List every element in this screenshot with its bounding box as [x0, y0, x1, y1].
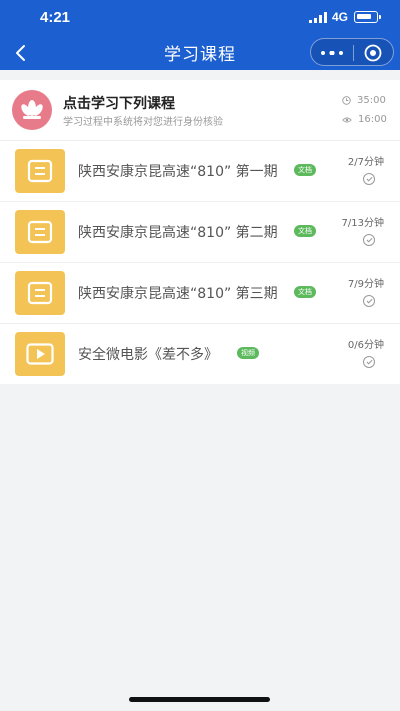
battery-icon	[354, 11, 381, 23]
summary-subtitle: 学习过程中系统将对您进行身份核验	[63, 117, 223, 128]
signal-icon	[309, 12, 327, 23]
course-progress: 7/9分钟	[347, 279, 384, 290]
check-circle-icon	[363, 173, 375, 185]
total-time-stat: 35:00	[342, 95, 386, 106]
document-icon	[15, 149, 65, 193]
course-title: 陕西安康京昆高速“810” 第二期	[78, 225, 278, 241]
course-type-badge: 文档	[294, 164, 316, 176]
course-progress: 0/6分钟	[347, 340, 384, 351]
play-icon	[15, 332, 65, 376]
document-icon	[15, 210, 65, 254]
required-time-value: 16:00	[358, 114, 387, 125]
required-time-stat: 16:00	[342, 114, 387, 125]
home-indicator[interactable]	[129, 697, 270, 702]
more-dots-icon[interactable]	[321, 51, 343, 55]
course-type-badge: 视频	[237, 347, 259, 359]
lotus-icon	[12, 90, 52, 130]
check-circle-icon	[363, 234, 375, 246]
course-type-badge: 文档	[294, 225, 316, 237]
clock-icon	[342, 96, 351, 105]
check-circle-icon	[363, 295, 375, 307]
course-item[interactable]: 安全微电影《差不多》 视频 0/6分钟	[0, 323, 400, 384]
total-time-value: 35:00	[357, 95, 386, 106]
check-circle-icon	[363, 356, 375, 368]
course-progress: 2/7分钟	[347, 157, 384, 168]
nav-bar: 学习课程	[0, 36, 400, 70]
target-circle-icon[interactable]	[364, 44, 382, 62]
course-title: 陕西安康京昆高速“810” 第一期	[78, 164, 278, 180]
document-icon	[15, 271, 65, 315]
course-progress: 7/13分钟	[341, 218, 384, 229]
eye-icon	[342, 117, 352, 122]
course-type-badge: 文档	[294, 286, 316, 298]
course-list: 陕西安康京昆高速“810” 第一期 文档 2/7分钟 陕西安康京昆高速“810”…	[0, 140, 400, 384]
course-summary-header: 点击学习下列课程 学习过程中系统将对您进行身份核验 35:00 16:00	[0, 80, 400, 140]
status-time: 4:21	[40, 9, 71, 26]
network-type: 4G	[332, 10, 349, 24]
status-bar: 4:21 4G	[0, 0, 400, 36]
course-item[interactable]: 陕西安康京昆高速“810” 第二期 文档 7/13分钟	[0, 201, 400, 262]
course-item[interactable]: 陕西安康京昆高速“810” 第三期 文档 7/9分钟	[0, 262, 400, 323]
course-item[interactable]: 陕西安康京昆高速“810” 第一期 文档 2/7分钟	[0, 140, 400, 201]
course-title: 陕西安康京昆高速“810” 第三期	[78, 286, 278, 302]
course-title: 安全微电影《差不多》	[78, 347, 218, 363]
summary-title: 点击学习下列课程	[63, 96, 175, 112]
capsule-divider	[353, 45, 354, 61]
menu-capsule	[310, 38, 394, 66]
